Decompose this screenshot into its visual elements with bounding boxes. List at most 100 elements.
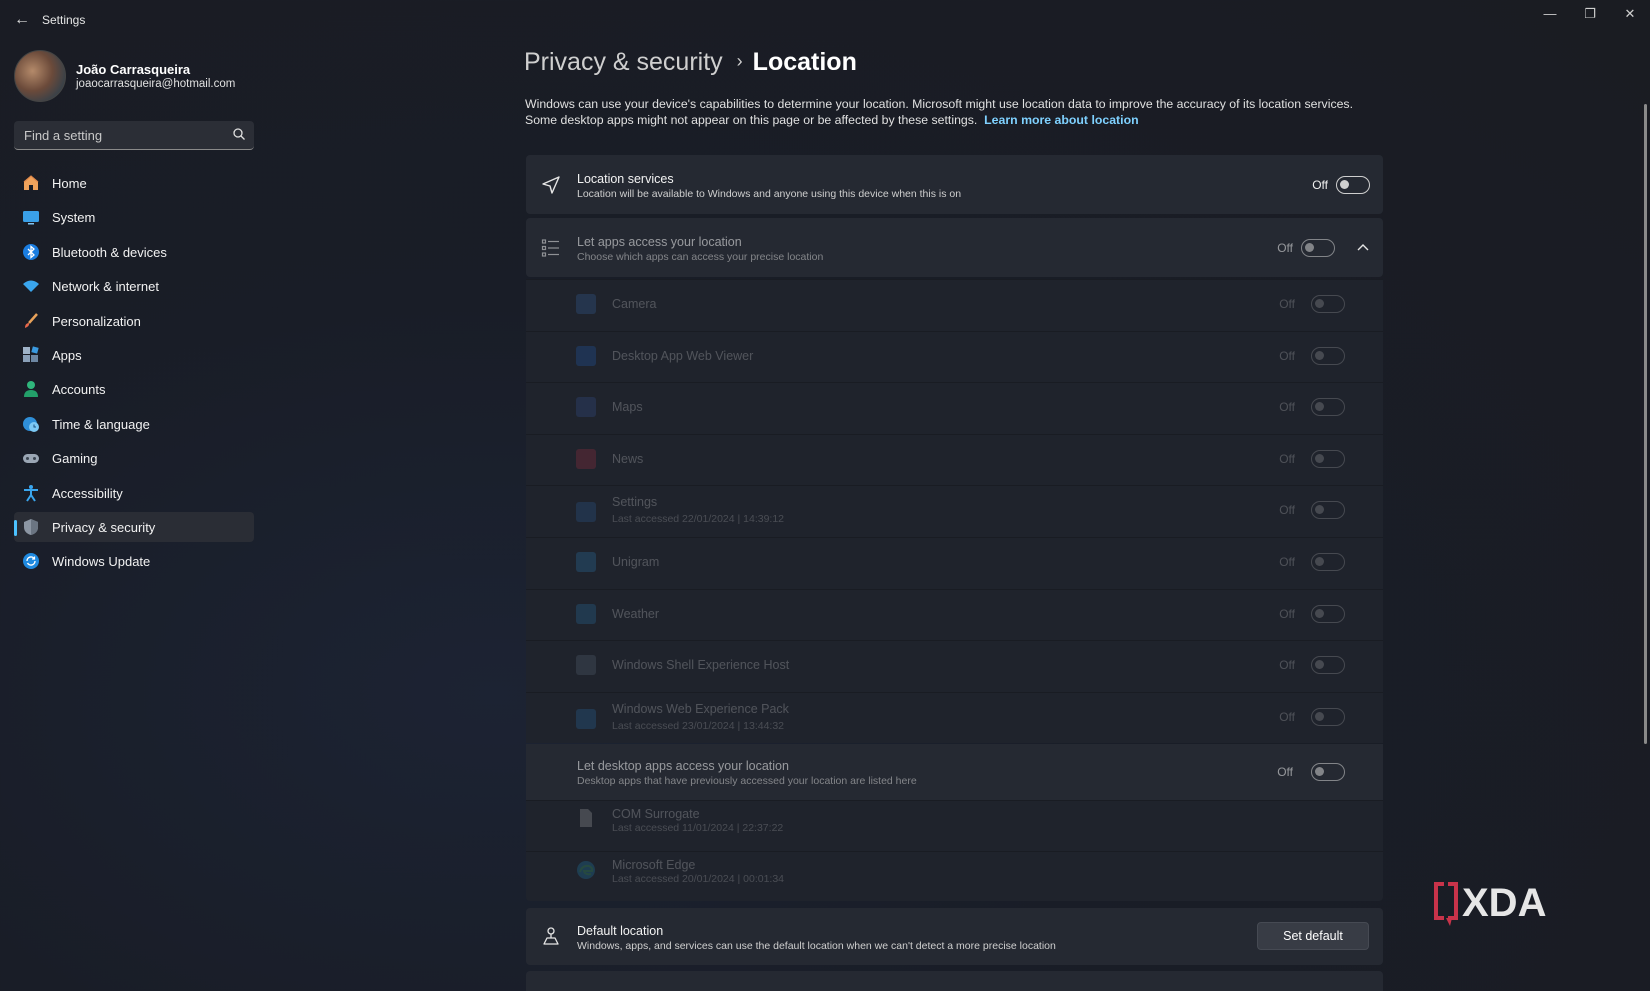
app-row: Unigram Off xyxy=(526,537,1383,589)
app-location-toggle[interactable] xyxy=(1311,707,1345,726)
sidebar-item-personalization[interactable]: Personalization xyxy=(14,306,254,336)
app-access-title: Let apps access your location xyxy=(577,235,742,249)
sidebar-item-home[interactable]: Home xyxy=(14,168,254,198)
app-location-toggle[interactable] xyxy=(1311,501,1345,520)
app-name: Unigram xyxy=(612,555,660,569)
toggle-state-label: Off xyxy=(1279,348,1295,363)
user-profile[interactable]: João Carrasqueira joaocarrasqueira@hotma… xyxy=(14,50,274,102)
app-location-toggle[interactable] xyxy=(1311,295,1345,313)
location-services-subtitle: Location will be available to Windows an… xyxy=(577,188,962,200)
app-access-card[interactable]: Let apps access your location Choose whi… xyxy=(526,218,1383,277)
wifi-icon xyxy=(23,280,39,293)
minimize-button[interactable]: — xyxy=(1530,0,1570,28)
weather-icon xyxy=(576,603,596,624)
app-name: Weather xyxy=(612,606,660,621)
app-location-toggle[interactable] xyxy=(1311,553,1345,571)
sidebar-item-privacy-security[interactable]: Privacy & security xyxy=(14,511,254,542)
web-experience-icon xyxy=(576,708,596,729)
home-icon xyxy=(23,175,39,190)
sidebar-item-accounts[interactable]: Accounts xyxy=(14,374,254,404)
close-button[interactable]: ✕ xyxy=(1610,0,1650,28)
avatar[interactable] xyxy=(14,50,66,102)
chevron-up-icon[interactable] xyxy=(1357,243,1369,251)
sidebar-nav: Home System Bluetooth & devices Network … xyxy=(14,168,254,581)
gear-icon xyxy=(576,502,596,523)
app-last-accessed: Last accessed 11/01/2024 | 22:37:22 xyxy=(612,822,784,834)
app-name: Microsoft Edge xyxy=(612,858,696,872)
monitor-icon xyxy=(23,211,39,225)
sidebar-item-label: Home xyxy=(52,176,87,191)
toggle-state-label: Off xyxy=(1279,709,1295,724)
app-name: Camera xyxy=(612,297,657,311)
globe-clock-icon xyxy=(23,416,39,432)
desktop-access-subtitle: Desktop apps that have previously access… xyxy=(577,775,917,787)
maps-icon xyxy=(576,397,596,418)
sidebar-item-label: Privacy & security xyxy=(52,519,156,535)
watermark-text: XDA xyxy=(1462,881,1546,925)
sidebar-item-accessibility[interactable]: Accessibility xyxy=(14,478,254,508)
web-viewer-icon xyxy=(576,345,596,366)
app-last-accessed: Last accessed 23/01/2024 | 13:44:32 xyxy=(612,719,785,732)
sidebar-item-apps[interactable]: Apps xyxy=(14,340,254,370)
restore-button[interactable]: ❐ xyxy=(1570,0,1610,28)
app-access-toggle[interactable] xyxy=(1301,239,1335,257)
search-input[interactable] xyxy=(14,121,224,149)
app-row: Camera Off xyxy=(526,279,1383,331)
xda-logo: XDA xyxy=(1434,881,1546,926)
app-name: Windows Shell Experience Host xyxy=(612,658,790,673)
breadcrumb: Privacy & security › Location xyxy=(524,48,857,82)
app-row: Desktop App Web Viewer Off xyxy=(526,330,1383,383)
sidebar-item-label: Bluetooth & devices xyxy=(52,244,167,260)
app-last-accessed: Last accessed 22/01/2024 | 14:39:12 xyxy=(612,513,785,526)
sidebar-item-bluetooth[interactable]: Bluetooth & devices xyxy=(14,237,254,267)
app-location-toggle[interactable] xyxy=(1311,346,1345,365)
sidebar-item-label: Time & language xyxy=(52,416,150,432)
app-row: Windows Web Experience Pack Last accessed… xyxy=(526,691,1383,744)
toggle-state-label: Off xyxy=(1279,658,1295,673)
back-button[interactable]: ← xyxy=(12,10,32,30)
map-pin-person-icon xyxy=(543,927,559,945)
app-location-toggle[interactable] xyxy=(1311,604,1345,623)
breadcrumb-parent[interactable]: Privacy & security xyxy=(524,48,723,76)
desktop-app-row: Microsoft Edge Last accessed 20/01/2024 … xyxy=(526,851,1383,901)
sidebar-item-network[interactable]: Network & internet xyxy=(14,271,254,301)
toggle-state-label: Off xyxy=(1312,178,1328,192)
scrollbar[interactable] xyxy=(1644,104,1647,744)
telegram-icon xyxy=(576,552,596,572)
sidebar-item-label: Gaming xyxy=(52,451,98,467)
learn-more-link[interactable]: Learn more about location xyxy=(984,113,1138,127)
toggle-state-label: Off xyxy=(1279,297,1295,311)
default-location-card: Default location Windows, apps, and serv… xyxy=(526,908,1383,965)
app-name: Maps xyxy=(612,400,643,415)
app-location-toggle[interactable] xyxy=(1311,449,1345,468)
sidebar-item-label: Personalization xyxy=(52,313,141,329)
app-name: News xyxy=(612,451,644,466)
app-location-toggle[interactable] xyxy=(1311,398,1345,417)
location-arrow-icon xyxy=(542,176,560,194)
apps-icon xyxy=(23,346,39,362)
sidebar-item-label: Network & internet xyxy=(52,279,159,295)
app-location-toggle[interactable] xyxy=(1311,656,1345,675)
search-box[interactable] xyxy=(14,121,254,150)
sidebar-item-time-language[interactable]: Time & language xyxy=(14,409,254,439)
set-default-button[interactable]: Set default xyxy=(1257,922,1369,950)
sidebar-item-label: Apps xyxy=(52,347,82,363)
gamepad-icon xyxy=(23,454,39,464)
desktop-access-title: Let desktop apps access your location xyxy=(577,759,789,773)
toggle-state-label: Off xyxy=(1277,241,1293,255)
sidebar-item-label: Accessibility xyxy=(52,485,123,501)
desktop-access-toggle[interactable] xyxy=(1311,763,1345,781)
toggle-state-label: Off xyxy=(1279,503,1295,518)
app-row: News Off xyxy=(526,433,1383,486)
list-icon xyxy=(541,239,559,257)
news-icon xyxy=(576,448,596,469)
location-services-toggle[interactable] xyxy=(1336,176,1370,194)
search-icon[interactable] xyxy=(232,127,246,141)
sidebar-item-label: System xyxy=(52,210,96,226)
sidebar-item-gaming[interactable]: Gaming xyxy=(14,443,254,473)
desktop-access-card: Let desktop apps access your location De… xyxy=(526,744,1383,800)
sidebar-item-windows-update[interactable]: Windows Update xyxy=(14,546,254,576)
account-icon xyxy=(24,381,38,398)
app-name: COM Surrogate xyxy=(612,807,700,821)
sidebar-item-system[interactable]: System xyxy=(14,202,254,232)
